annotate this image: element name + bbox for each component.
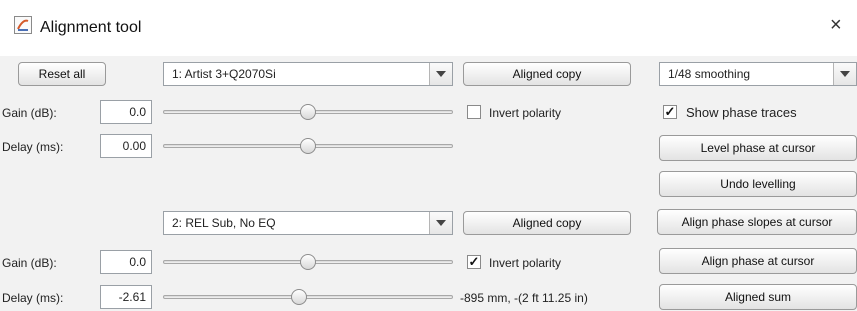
channel1-delay-field[interactable]: 0.00 [100, 134, 152, 158]
channel2-delay-field[interactable]: -2.61 [100, 285, 152, 309]
undo-levelling-button[interactable]: Undo levelling [659, 171, 857, 197]
chevron-down-icon[interactable] [429, 212, 452, 234]
show-phase-traces-label: Show phase traces [686, 105, 797, 120]
chevron-down-icon[interactable] [833, 63, 856, 85]
app-icon [14, 16, 32, 34]
channel2-delay-slider-track[interactable] [163, 295, 453, 299]
channel1-select-value: 1: Artist 3+Q2070Si [172, 67, 276, 81]
channel1-delay-slider-thumb[interactable] [300, 138, 316, 154]
close-icon[interactable]: × [830, 15, 842, 35]
channel2-invert-polarity-label: Invert polarity [489, 256, 562, 270]
channel1-select[interactable]: 1: Artist 3+Q2070Si [163, 62, 453, 86]
channel2-delay-label: Delay (ms): [2, 291, 64, 305]
channel1-gain-field[interactable]: 0.0 [100, 100, 152, 124]
channel1-aligned-copy-button[interactable]: Aligned copy [463, 62, 631, 86]
channel1-delay-label: Delay (ms): [2, 140, 64, 154]
channel2-gain-label: Gain (dB): [2, 256, 57, 270]
aligned-sum-button[interactable]: Aligned sum [659, 284, 857, 310]
level-phase-at-cursor-button[interactable]: Level phase at cursor [659, 135, 857, 161]
show-phase-traces-checkbox[interactable]: ✓ [663, 105, 677, 119]
chevron-down-icon[interactable] [429, 63, 452, 85]
channel1-gain-label: Gain (dB): [2, 106, 57, 120]
channel2-select[interactable]: 2: REL Sub, No EQ [163, 211, 453, 235]
channel2-gain-field[interactable]: 0.0 [100, 250, 152, 274]
channel2-gain-slider-thumb[interactable] [300, 254, 316, 270]
channel2-select-value: 2: REL Sub, No EQ [172, 216, 276, 230]
align-phase-slopes-at-cursor-button[interactable]: Align phase slopes at cursor [657, 209, 857, 235]
smoothing-select[interactable]: 1/48 smoothing [659, 62, 857, 86]
channel1-invert-polarity-checkbox[interactable] [467, 105, 481, 119]
align-phase-at-cursor-button[interactable]: Align phase at cursor [659, 248, 857, 274]
channel2-delay-readout: -895 mm, -(2 ft 11.25 in) [460, 291, 588, 305]
channel1-invert-polarity-label: Invert polarity [489, 106, 562, 120]
smoothing-select-value: 1/48 smoothing [668, 67, 751, 81]
window-title: Alignment tool [40, 19, 142, 36]
channel1-gain-slider-thumb[interactable] [300, 104, 316, 120]
channel2-aligned-copy-button[interactable]: Aligned copy [463, 211, 631, 235]
channel2-invert-polarity-checkbox[interactable]: ✓ [467, 255, 481, 269]
title-bar: Alignment tool × [0, 0, 857, 56]
reset-all-button[interactable]: Reset all [18, 62, 106, 86]
